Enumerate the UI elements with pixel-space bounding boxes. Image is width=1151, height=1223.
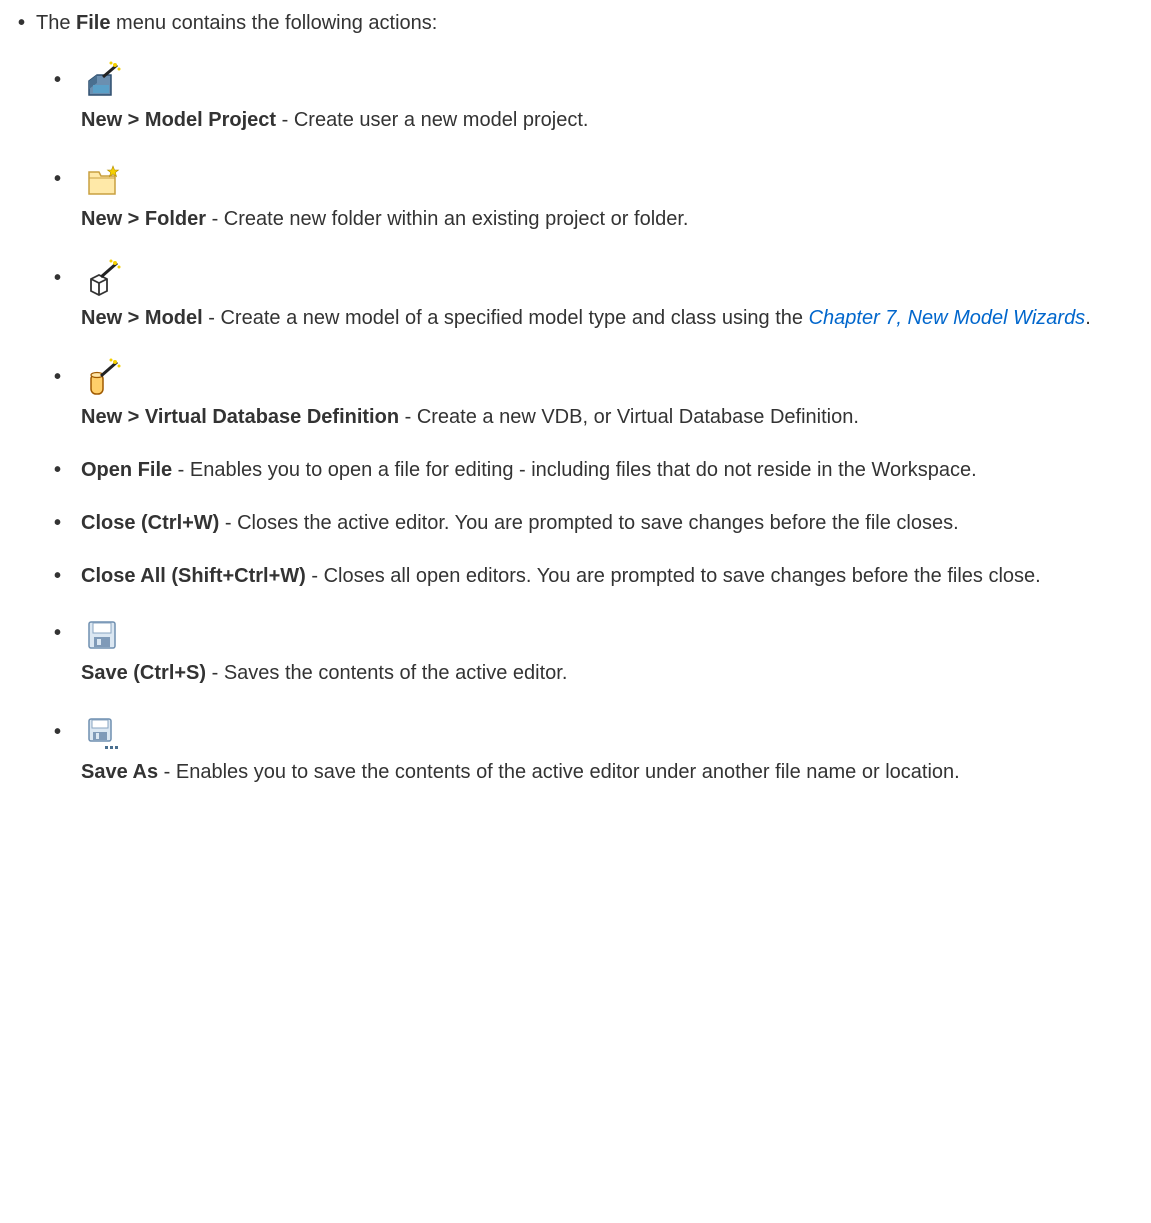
item-description: New > Folder - Create new folder within … xyxy=(81,208,689,230)
item-term: Open File xyxy=(81,459,173,481)
bullet: • xyxy=(18,12,26,34)
list-item: • Save As - Enables you to save the cont… xyxy=(36,713,1127,788)
item-term: New > Virtual Database Definition xyxy=(81,406,400,428)
new-model-icon xyxy=(81,259,121,299)
chapter-7-link[interactable]: Chapter 7, New Model Wizards xyxy=(809,307,1086,329)
list-item: • New > Model Project - Create user a ne… xyxy=(36,61,1127,136)
item-term: New > Model Project xyxy=(81,109,277,131)
intro-text: The File menu contains the following act… xyxy=(36,12,438,34)
item-description: Close All (Shift+Ctrl+W) - Closes all op… xyxy=(81,565,1041,587)
new-vdb-icon xyxy=(81,358,121,398)
list-item: • Open File - Enables you to open a file… xyxy=(36,455,1127,486)
file-menu-name: File xyxy=(76,12,111,34)
list-item: • Close All (Shift+Ctrl+W) - Closes all … xyxy=(36,561,1127,592)
item-term: Save (Ctrl+S) xyxy=(81,662,207,684)
list-item: • Close (Ctrl+W) - Closes the active edi… xyxy=(36,508,1127,539)
item-description: Close (Ctrl+W) - Closes the active edito… xyxy=(81,512,959,534)
item-description: Open File - Enables you to open a file f… xyxy=(81,459,977,481)
item-term: New > Folder xyxy=(81,208,207,230)
new-model-project-icon xyxy=(81,61,121,101)
list-item: • Save (Ctrl+S) - Saves the contents of … xyxy=(36,614,1127,689)
file-menu-list-item: • The File menu contains the following a… xyxy=(18,8,1127,788)
bullet: • xyxy=(54,512,62,534)
new-folder-icon xyxy=(81,160,121,200)
bullet: • xyxy=(54,459,62,481)
list-item: • New > Virtual Database Definition - Cr… xyxy=(36,358,1127,433)
item-term: Close All (Shift+Ctrl+W) xyxy=(81,565,306,587)
item-description: New > Virtual Database Definition - Crea… xyxy=(81,406,859,428)
save-icon xyxy=(81,614,121,654)
item-description: Save (Ctrl+S) - Saves the contents of th… xyxy=(81,662,568,684)
item-term: Save As xyxy=(81,761,159,783)
item-description: Save As - Enables you to save the conten… xyxy=(81,761,960,783)
item-term: Close (Ctrl+W) xyxy=(81,512,220,534)
bullet: • xyxy=(54,565,62,587)
item-description: New > Model Project - Create user a new … xyxy=(81,109,589,131)
page-content: • The File menu contains the following a… xyxy=(0,0,1151,788)
save-as-icon xyxy=(81,713,121,753)
actions-list: • New > Model Project - Create user a ne… xyxy=(36,61,1127,788)
list-item: • New > Folder - Create new folder withi… xyxy=(36,160,1127,235)
list-item: • New > Model - Create a new model of a … xyxy=(36,259,1127,334)
item-description: New > Model - Create a new model of a sp… xyxy=(81,307,1091,329)
item-term: New > Model xyxy=(81,307,203,329)
